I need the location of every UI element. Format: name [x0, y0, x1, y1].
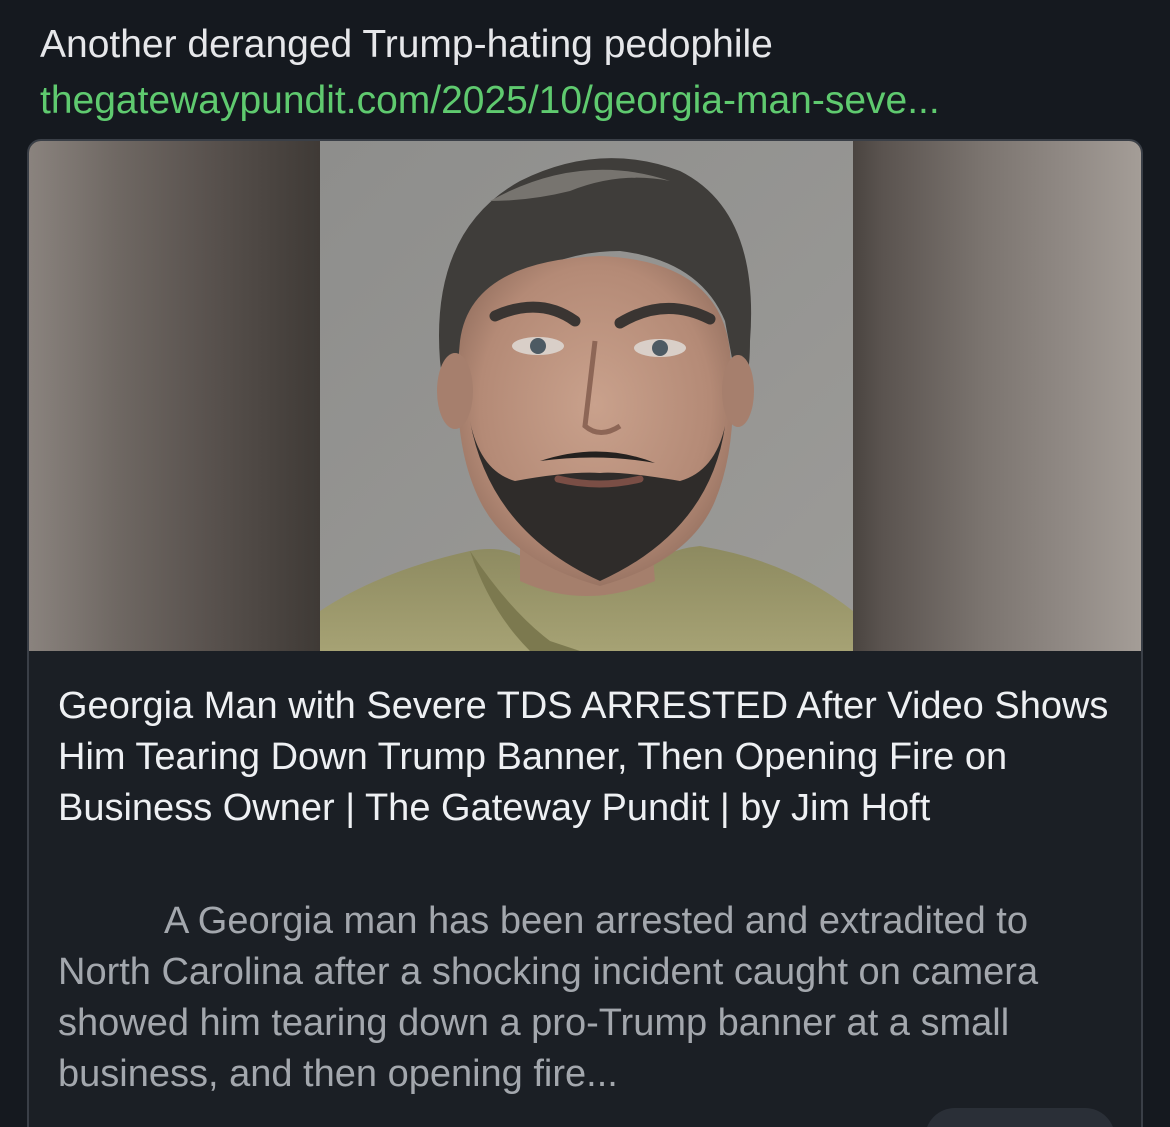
card-title[interactable]: Georgia Man with Severe TDS ARRESTED Aft…: [58, 681, 1118, 834]
card-description: A Georgia man has been arrested and extr…: [58, 900, 1039, 1095]
post-link[interactable]: thegatewaypundit.com/2025/10/georgia-man…: [40, 78, 940, 124]
card-image[interactable]: [29, 141, 1141, 651]
card-footer-pill: [925, 1108, 1115, 1127]
mugshot-photo: [320, 141, 853, 651]
card-body: Georgia Man with Severe TDS ARRESTED Aft…: [29, 651, 1141, 1127]
post-text: Another deranged Trump-hating pedophile: [40, 23, 773, 66]
image-background-right: [853, 141, 1141, 651]
image-background-left: [29, 141, 320, 651]
post: Another deranged Trump-hating pedophile …: [0, 0, 1170, 1127]
link-preview-card[interactable]: Georgia Man with Severe TDS ARRESTED Aft…: [27, 139, 1143, 1127]
